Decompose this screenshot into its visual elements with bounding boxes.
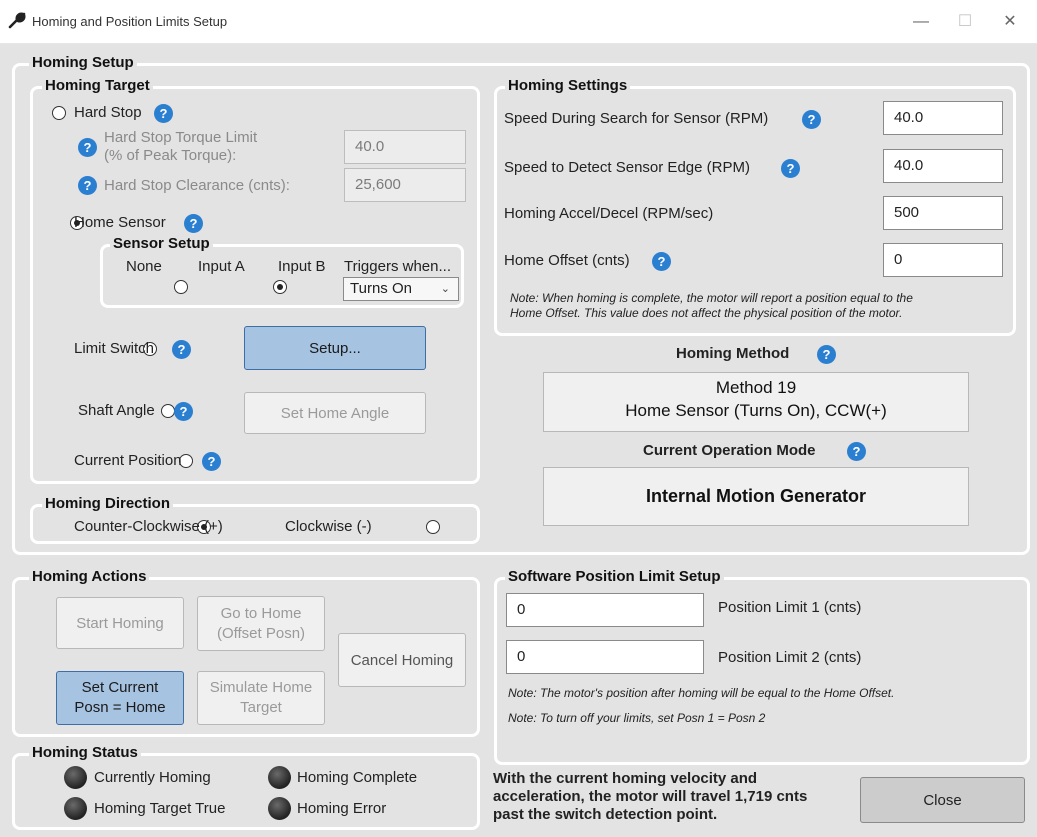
travel-info-line1: With the current homing velocity and bbox=[493, 770, 758, 787]
simulate-line2: Target bbox=[240, 699, 282, 716]
go-to-home-line1: Go to Home bbox=[220, 604, 302, 622]
homing-target-label: Homing Target bbox=[42, 77, 153, 94]
target-true-led bbox=[64, 797, 87, 820]
set-home-angle-button[interactable]: Set Home Angle bbox=[244, 392, 426, 434]
wrench-icon bbox=[8, 12, 26, 29]
triggers-label: Triggers when... bbox=[344, 258, 451, 275]
maximize-button[interactable]: ☐ bbox=[950, 10, 980, 34]
home-sensor-help-icon[interactable]: ? bbox=[184, 214, 203, 233]
sensor-input-b-label: Input B bbox=[278, 258, 326, 275]
shaft-angle-radio[interactable] bbox=[161, 404, 176, 418]
clearance-label: Hard Stop Clearance (cnts): bbox=[104, 177, 290, 194]
current-position-label: Current Position bbox=[74, 452, 182, 469]
homing-setup-label: Homing Setup bbox=[29, 54, 137, 71]
homing-method-display: Method 19 Home Sensor (Turns On), CCW(+) bbox=[543, 372, 969, 432]
shaft-angle-help-icon[interactable]: ? bbox=[174, 402, 193, 421]
homing-complete-led bbox=[268, 766, 291, 789]
clearance-field[interactable]: 25,600 bbox=[344, 168, 466, 202]
homing-status-label: Homing Status bbox=[29, 744, 141, 761]
position-limit-2-label: Position Limit 2 (cnts) bbox=[718, 649, 862, 666]
currently-homing-led bbox=[64, 766, 87, 789]
set-current-posn-button[interactable]: Set Current Posn = Home bbox=[56, 671, 184, 725]
torque-limit-label-2: (% of Peak Torque): bbox=[104, 147, 237, 164]
homing-method-line2: Home Sensor (Turns On), CCW(+) bbox=[625, 401, 887, 420]
sensor-none-label: None bbox=[126, 258, 162, 275]
target-true-label: Homing Target True bbox=[94, 800, 226, 817]
simulate-line1: Simulate Home bbox=[209, 679, 313, 696]
homing-settings-label: Homing Settings bbox=[505, 77, 631, 94]
minimize-button[interactable]: — bbox=[906, 10, 936, 34]
triggers-value: Turns On bbox=[350, 280, 412, 297]
hard-stop-label: Hard Stop bbox=[74, 104, 142, 121]
travel-info-line2: acceleration, the motor will travel 1,71… bbox=[493, 788, 808, 805]
sensor-input-a-label: Input A bbox=[198, 258, 245, 275]
simulate-home-button[interactable]: Simulate Home Target bbox=[197, 671, 325, 725]
home-offset-field[interactable]: 0 bbox=[883, 243, 1003, 277]
homing-error-led bbox=[268, 797, 291, 820]
torque-help-icon[interactable]: ? bbox=[78, 138, 97, 157]
start-homing-button[interactable]: Start Homing bbox=[56, 597, 184, 649]
sensor-setup-label: Sensor Setup bbox=[110, 235, 213, 252]
limit-switch-label: Limit Switch bbox=[74, 340, 155, 357]
sensor-input-a-radio[interactable] bbox=[272, 280, 287, 294]
home-offset-label: Home Offset (cnts) bbox=[504, 252, 630, 269]
cancel-homing-button[interactable]: Cancel Homing bbox=[338, 633, 466, 687]
operation-mode-display: Internal Motion Generator bbox=[543, 467, 969, 526]
current-position-help-icon[interactable]: ? bbox=[202, 452, 221, 471]
cw-radio[interactable] bbox=[425, 520, 440, 534]
settings-note-2: Home Offset. This value does not affect … bbox=[510, 306, 903, 320]
limit-switch-help-icon[interactable]: ? bbox=[172, 340, 191, 359]
limits-note-1: Note: The motor's position after homing … bbox=[508, 686, 895, 700]
homing-complete-label: Homing Complete bbox=[297, 769, 418, 786]
shaft-angle-label: Shaft Angle bbox=[78, 402, 155, 419]
go-to-home-button[interactable]: Go to Home (Offset Posn) bbox=[197, 596, 325, 651]
set-current-line1: Set Current bbox=[81, 679, 159, 696]
close-button[interactable]: Close bbox=[860, 777, 1025, 823]
hard-stop-radio[interactable] bbox=[52, 106, 66, 120]
home-sensor-label: Home Sensor bbox=[74, 214, 166, 231]
operation-mode-help-icon[interactable]: ? bbox=[847, 442, 866, 461]
position-limit-2-field[interactable]: 0 bbox=[506, 640, 704, 674]
clearance-help-icon[interactable]: ? bbox=[78, 176, 97, 195]
homing-method-help-icon[interactable]: ? bbox=[817, 345, 836, 364]
home-offset-help-icon[interactable]: ? bbox=[652, 252, 671, 271]
homing-actions-label: Homing Actions bbox=[29, 568, 150, 585]
limits-note-2: Note: To turn off your limits, set Posn … bbox=[508, 711, 766, 725]
homing-direction-label: Homing Direction bbox=[42, 495, 174, 512]
position-limit-1-label: Position Limit 1 (cnts) bbox=[718, 599, 862, 616]
position-limit-1-field[interactable]: 0 bbox=[506, 593, 704, 627]
hard-stop-help-icon[interactable]: ? bbox=[154, 104, 173, 123]
settings-note-1: Note: When homing is complete, the motor… bbox=[510, 291, 913, 305]
search-speed-help-icon[interactable]: ? bbox=[802, 110, 821, 129]
triggers-select[interactable]: Turns On ⌄ bbox=[343, 277, 459, 301]
close-window-button[interactable]: ✕ bbox=[995, 10, 1025, 34]
currently-homing-label: Currently Homing bbox=[94, 769, 211, 786]
accel-label: Homing Accel/Decel (RPM/sec) bbox=[504, 205, 714, 222]
homing-method-line1: Method 19 bbox=[715, 378, 797, 397]
homing-status-group bbox=[12, 753, 480, 830]
torque-limit-label: Hard Stop Torque Limit bbox=[104, 129, 258, 146]
edge-speed-help-icon[interactable]: ? bbox=[781, 159, 800, 178]
software-limits-label: Software Position Limit Setup bbox=[505, 568, 724, 585]
edge-speed-field[interactable]: 40.0 bbox=[883, 149, 1003, 183]
title-bar: Homing and Position Limits Setup — ☐ ✕ bbox=[0, 0, 1037, 44]
setup-button[interactable]: Setup... bbox=[244, 326, 426, 370]
operation-mode-label: Current Operation Mode bbox=[643, 442, 816, 459]
window-title: Homing and Position Limits Setup bbox=[32, 14, 228, 29]
torque-limit-field[interactable]: 40.0 bbox=[344, 130, 466, 164]
search-speed-field[interactable]: 40.0 bbox=[883, 101, 1003, 135]
set-current-line2: Posn = Home bbox=[74, 699, 166, 716]
chevron-down-icon: ⌄ bbox=[440, 283, 450, 295]
accel-field[interactable]: 500 bbox=[883, 196, 1003, 230]
cw-label: Clockwise (-) bbox=[285, 518, 372, 535]
homing-method-label: Homing Method bbox=[676, 345, 790, 362]
edge-speed-label: Speed to Detect Sensor Edge (RPM) bbox=[504, 159, 750, 176]
go-to-home-line2: (Offset Posn) bbox=[216, 624, 306, 642]
homing-error-label: Homing Error bbox=[297, 800, 387, 817]
ccw-label: Counter-Clockwise (+) bbox=[74, 518, 223, 535]
search-speed-label: Speed During Search for Sensor (RPM) bbox=[504, 110, 769, 127]
travel-info-line3: past the switch detection point. bbox=[493, 806, 718, 823]
